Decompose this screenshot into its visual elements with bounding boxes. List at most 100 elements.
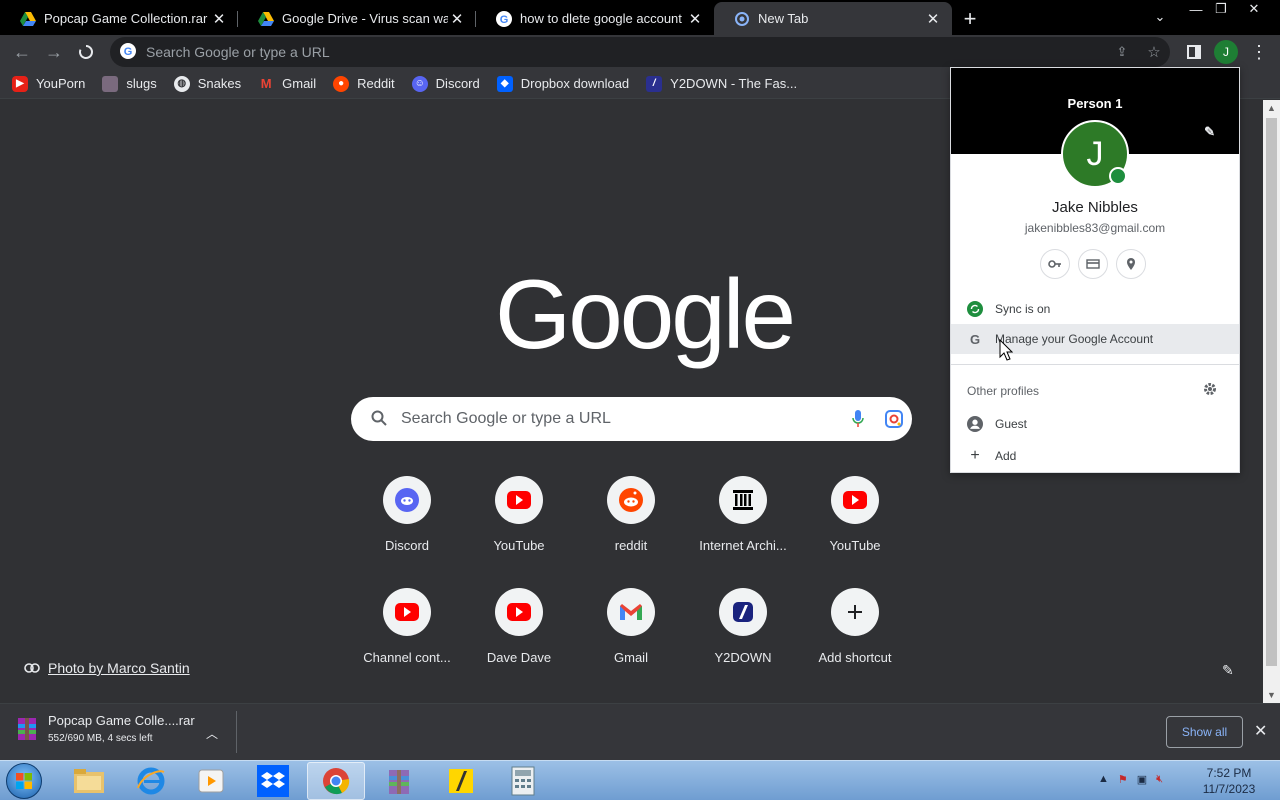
payment-card-icon[interactable]	[1078, 249, 1108, 279]
minimize-icon[interactable]: —	[1185, 0, 1207, 18]
media-player-icon[interactable]	[182, 762, 240, 800]
plus-icon: +	[970, 447, 980, 464]
bookmark-label: slugs	[126, 76, 157, 91]
show-all-button[interactable]: Show all	[1166, 716, 1243, 748]
close-tab-icon[interactable]: ✕	[448, 10, 466, 28]
tab-new-tab[interactable]: New Tab ✕	[714, 2, 952, 35]
chevron-up-icon[interactable]: ︿	[206, 725, 218, 742]
photo-attribution-link[interactable]: Photo by Marco Santin	[24, 660, 190, 676]
page-scrollbar[interactable]: ▲ ▼	[1263, 100, 1280, 703]
google-drive-icon	[20, 11, 36, 27]
tab-google-search[interactable]: G how to dlete google account - G ✕	[476, 2, 714, 35]
mouse-cursor-icon	[999, 338, 1014, 364]
side-panel-icon[interactable]	[1178, 36, 1210, 68]
shortcut-youtube-2[interactable]: YouTube	[799, 476, 911, 553]
restore-icon[interactable]: ❐	[1210, 0, 1232, 18]
scroll-up-icon[interactable]: ▲	[1263, 100, 1280, 116]
chrome-taskbar-icon[interactable]	[307, 762, 365, 800]
close-tab-icon[interactable]: ✕	[210, 10, 228, 28]
notes-app-icon[interactable]	[432, 762, 490, 800]
tab-google-drive[interactable]: Google Drive - Virus scan warnin ✕	[238, 2, 476, 35]
new-tab-button[interactable]: +	[952, 2, 988, 35]
bookmark-youporn[interactable]: ▶ YouPorn	[12, 75, 85, 92]
sync-status-item[interactable]: Sync is on	[951, 294, 1239, 324]
bookmark-label: Snakes	[197, 76, 242, 91]
action-center-flag-icon[interactable]: ⚑	[1118, 773, 1128, 786]
back-icon[interactable]: ←	[6, 36, 38, 68]
stop-loading-icon[interactable]	[70, 36, 102, 68]
shortcut-gmail[interactable]: Gmail	[575, 588, 687, 665]
shortcut-y2down[interactable]: Y2DOWN	[687, 588, 799, 665]
add-shortcut-button[interactable]: Add shortcut	[799, 588, 911, 665]
manage-google-account-item[interactable]: G Manage your Google Account	[951, 324, 1239, 354]
tab-title: Google Drive - Virus scan warnin	[282, 11, 448, 26]
volume-muted-icon[interactable]: 🔇︎	[1156, 773, 1163, 786]
start-button-icon[interactable]	[6, 763, 42, 799]
bookmark-discord[interactable]: ☺ Discord	[411, 75, 480, 92]
guest-profile-item[interactable]: Guest	[951, 409, 1239, 439]
google-g-icon: G	[967, 331, 983, 347]
bookmark-reddit[interactable]: ● Reddit	[333, 75, 395, 92]
sync-badge-icon	[1109, 167, 1127, 185]
download-item[interactable]: Popcap Game Colle....rar 552/690 MB, 4 s…	[14, 713, 218, 744]
shortcut-channel-content[interactable]: Channel cont...	[351, 588, 463, 665]
shortcut-dave-dave[interactable]: Dave Dave	[463, 588, 575, 665]
tab-title: how to dlete google account - G	[520, 11, 686, 26]
customize-pencil-icon[interactable]: ✎	[1222, 662, 1234, 679]
edit-profile-icon[interactable]: ✎	[1204, 124, 1215, 140]
ntp-search-box[interactable]: Search Google or type a URL	[351, 397, 912, 441]
forward-icon[interactable]: →	[38, 36, 70, 68]
shortcut-reddit[interactable]: reddit	[575, 476, 687, 553]
close-shelf-icon[interactable]: ✕	[1254, 721, 1267, 741]
bookmark-star-icon[interactable]: ☆	[1138, 43, 1170, 61]
calculator-icon[interactable]	[494, 762, 552, 800]
download-shelf: Popcap Game Colle....rar 552/690 MB, 4 s…	[0, 703, 1280, 760]
omnibox[interactable]: G Search Google or type a URL ⇪ ☆	[110, 37, 1170, 67]
tab-search-icon[interactable]: ⌄	[1150, 8, 1170, 26]
file-explorer-icon[interactable]	[60, 762, 118, 800]
system-clock[interactable]: 7:52 PM 11/7/2023	[1200, 765, 1258, 797]
shortcut-label: YouTube	[493, 538, 545, 553]
winrar-icon[interactable]	[370, 762, 428, 800]
shortcut-label: Y2DOWN	[714, 650, 772, 665]
bookmark-slugs[interactable]: slugs	[102, 75, 157, 92]
shortcut-discord[interactable]: Discord	[351, 476, 463, 553]
tab-popcap[interactable]: Popcap Game Collection.rar - Go ✕	[0, 2, 238, 35]
youtube-icon	[495, 588, 543, 636]
shortcut-youtube[interactable]: YouTube	[463, 476, 575, 553]
add-label: Add	[995, 449, 1017, 463]
close-window-icon[interactable]: ✕	[1243, 0, 1265, 18]
manage-profiles-gear-icon[interactable]	[1203, 382, 1217, 399]
microphone-icon[interactable]	[840, 410, 876, 428]
bookmark-dropbox[interactable]: ◆ Dropbox download	[496, 75, 629, 92]
dropbox-icon[interactable]	[244, 762, 302, 800]
addresses-location-icon[interactable]	[1116, 249, 1146, 279]
scroll-down-icon[interactable]: ▼	[1263, 687, 1280, 703]
network-icon[interactable]: ▣	[1137, 773, 1147, 786]
close-tab-icon[interactable]: ✕	[686, 10, 704, 28]
omnibox-input[interactable]: Search Google or type a URL	[146, 44, 1106, 60]
shortcut-label: Gmail	[614, 650, 648, 665]
passwords-key-icon[interactable]	[1040, 249, 1070, 279]
bookmark-label: Gmail	[282, 76, 317, 91]
ntp-search-input[interactable]: Search Google or type a URL	[401, 410, 840, 428]
bookmark-y2down[interactable]: / Y2DOWN - The Fas...	[646, 75, 797, 92]
bookmark-gmail[interactable]: M Gmail	[258, 76, 316, 92]
share-icon[interactable]: ⇪	[1106, 44, 1138, 60]
show-hidden-icons-icon[interactable]: ▲	[1098, 773, 1109, 786]
internet-explorer-icon[interactable]	[122, 762, 180, 800]
menu-icon[interactable]: ⋮	[1243, 36, 1275, 68]
internet-archive-icon	[719, 476, 767, 524]
globe-icon: ◍	[173, 75, 190, 92]
svg-text:G: G	[970, 332, 980, 346]
bookmark-snakes[interactable]: ◍ Snakes	[173, 75, 242, 92]
scroll-thumb[interactable]	[1266, 118, 1277, 666]
shortcut-internet-archive[interactable]: Internet Archi...	[687, 476, 799, 553]
close-tab-icon[interactable]: ✕	[924, 10, 942, 28]
youtube-style-icon: ▶	[12, 75, 28, 92]
profile-menu: Person 1 ✎ J Jake Nibbles jakenibbles83@…	[950, 67, 1240, 473]
profile-button[interactable]: J	[1210, 36, 1242, 68]
divider	[951, 364, 1239, 365]
google-lens-icon[interactable]	[876, 410, 912, 428]
add-profile-item[interactable]: + Add	[951, 441, 1239, 471]
